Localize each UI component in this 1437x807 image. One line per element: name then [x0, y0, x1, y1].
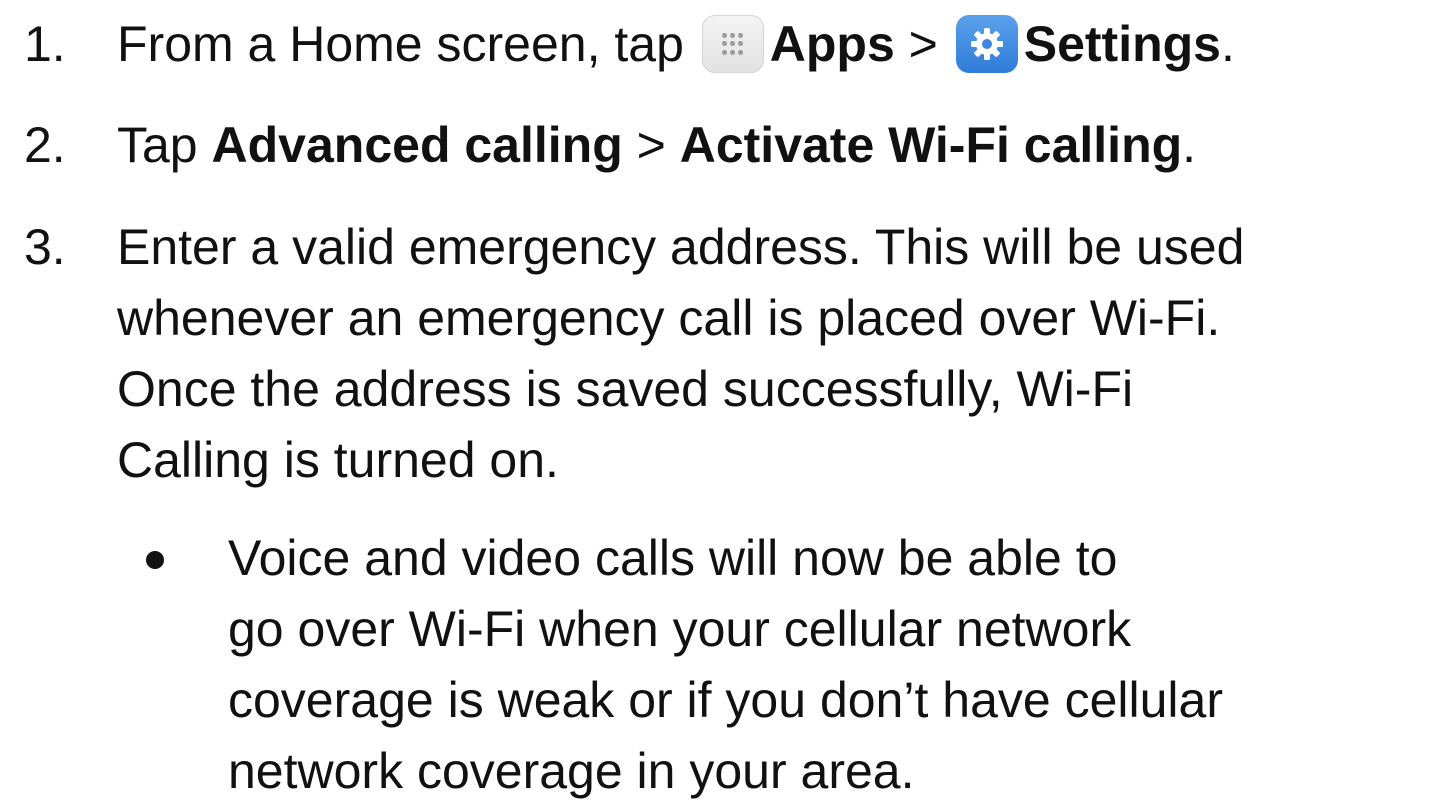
step-line: Enter a valid emergency address. This wi… — [117, 219, 1245, 275]
apps-label: Apps — [769, 16, 895, 72]
step-number: 2. — [24, 117, 66, 173]
bullet-line: coverage is weak or if you don’t have ce… — [228, 672, 1223, 728]
step-number: 3. — [24, 219, 66, 275]
step-line: Once the address is saved successfully, … — [117, 361, 1134, 417]
settings-label: Settings — [1023, 16, 1221, 72]
bullet-dot-icon — [146, 551, 164, 569]
bullet-text: Voice and video calls will now be able t… — [228, 523, 1428, 807]
bullet-line: go over Wi-Fi when your cellular network — [228, 601, 1132, 657]
step-line: Calling is turned on. — [117, 432, 559, 488]
step-line: From a Home screen, tap Apps > Settings. — [117, 9, 1427, 80]
apps-grid-icon — [701, 15, 764, 73]
step-text-part: From a Home screen, tap — [117, 16, 698, 72]
settings-gear-icon — [955, 15, 1018, 73]
step-number: 1. — [24, 16, 66, 72]
instructions-page: 1. From a Home screen, tap Apps > Settin… — [0, 0, 1437, 799]
step-text-part: Tap — [117, 117, 212, 173]
step-text: From a Home screen, tap Apps > Settings. — [117, 9, 1427, 80]
step-line: whenever an emergency call is placed ove… — [117, 290, 1221, 346]
bullet-line: network coverage in your area. — [228, 743, 915, 799]
activate-wifi-calling-label: Activate Wi-Fi calling — [679, 117, 1183, 173]
step-text: Tap Advanced calling > Activate Wi-Fi ca… — [117, 110, 1427, 181]
step-text: Enter a valid emergency address. This wi… — [117, 212, 1427, 496]
step-end: . — [1221, 16, 1235, 72]
step-separator: > — [894, 16, 952, 72]
bullet-line: Voice and video calls will now be able t… — [228, 530, 1118, 586]
step-line: Tap Advanced calling > Activate Wi-Fi ca… — [117, 110, 1427, 181]
step-separator: > — [622, 117, 680, 173]
advanced-calling-label: Advanced calling — [211, 117, 623, 173]
step-end: . — [1182, 117, 1197, 173]
